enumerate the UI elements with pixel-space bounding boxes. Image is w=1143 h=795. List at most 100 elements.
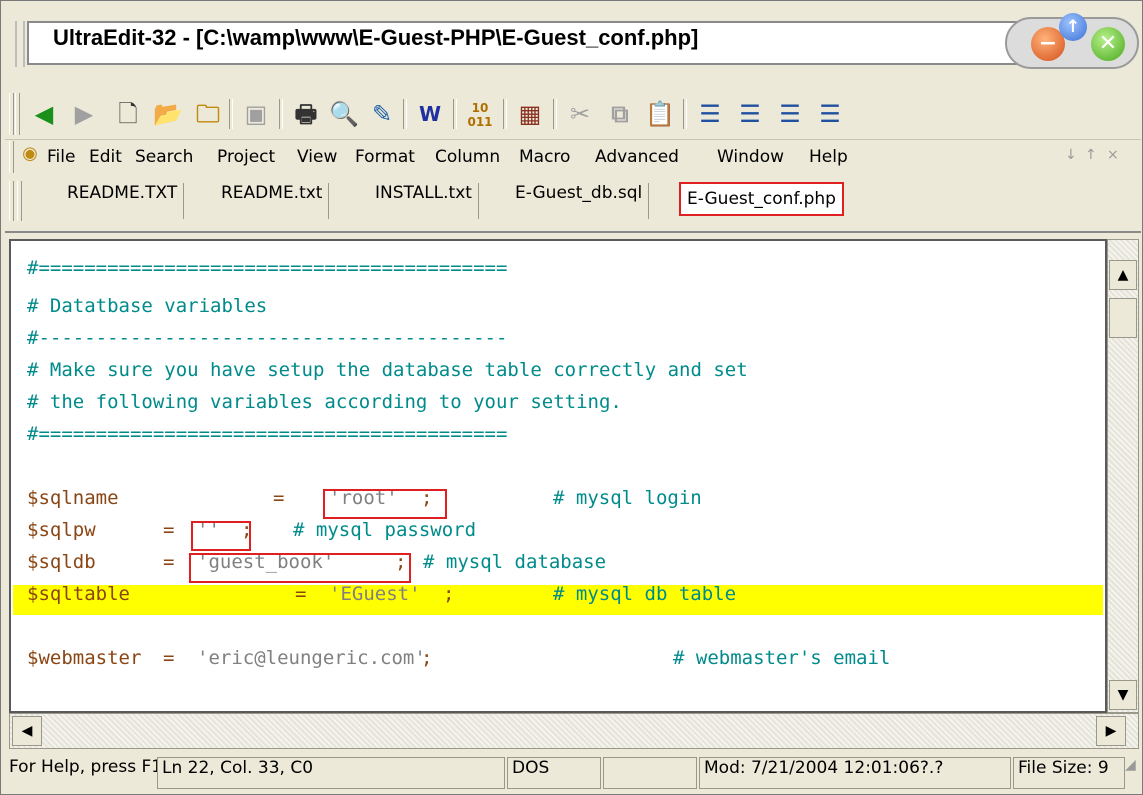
- save-icon[interactable]: ▣: [239, 97, 273, 131]
- code-semicolon: ;: [443, 583, 455, 605]
- code-op: =: [163, 519, 175, 541]
- scroll-up-icon[interactable]: ▲: [1109, 260, 1137, 290]
- cut-icon[interactable]: ✂: [563, 97, 597, 131]
- menu-column[interactable]: Column: [435, 147, 500, 167]
- code-var: $sqlpw: [27, 519, 96, 541]
- code-string: 'EGuest': [329, 583, 421, 605]
- file-tabs: README.TXT README.txt INSTALL.txt E-Gues…: [5, 175, 1141, 233]
- toolbar-separator: [229, 99, 233, 129]
- horizontal-scrollbar[interactable]: ◀ ▶: [9, 713, 1139, 749]
- toolbar-separator: [683, 99, 687, 129]
- toolbar-grip[interactable]: [9, 93, 14, 135]
- menu-view[interactable]: View: [297, 147, 337, 167]
- menu-grip[interactable]: [9, 141, 14, 173]
- toolbar-separator: [279, 99, 283, 129]
- menu-macro[interactable]: Macro: [519, 147, 570, 167]
- menu-search[interactable]: Search: [135, 147, 193, 167]
- ultraedit-window: UltraEdit-32 - [C:\wamp\www\E-Guest-PHP\…: [0, 0, 1143, 795]
- code-var: $sqldb: [27, 551, 96, 573]
- menu-file[interactable]: File: [47, 147, 75, 167]
- spell-check-icon[interactable]: ✎: [365, 97, 399, 131]
- tab-grip-2: [17, 181, 22, 221]
- code-line: # Datatbase variables: [27, 295, 268, 317]
- menu-project[interactable]: Project: [217, 147, 275, 167]
- code-editor[interactable]: #=======================================…: [9, 239, 1107, 713]
- code-comment: # mysql database: [423, 551, 607, 573]
- hex-mode-icon[interactable]: 10 011: [463, 97, 497, 135]
- code-var: $sqltable: [27, 583, 130, 605]
- status-format: DOS: [507, 757, 601, 789]
- align-center-icon[interactable]: ☰: [733, 97, 767, 131]
- status-bar: For Help, press F1 Ln 22, Col. 33, C0 DO…: [5, 753, 1141, 793]
- tab-grip[interactable]: [9, 181, 14, 221]
- toolbar-separator: [503, 99, 507, 129]
- open-recent-icon[interactable]: 🗀: [191, 97, 225, 131]
- tab-db-sql[interactable]: E-Guest_db.sql: [509, 183, 650, 219]
- print-preview-icon[interactable]: 🔍: [327, 97, 361, 131]
- annotation-box: [189, 553, 411, 583]
- app-icon[interactable]: ◉: [17, 141, 43, 167]
- annotation-box: [191, 521, 251, 551]
- menu-edit[interactable]: Edit: [89, 147, 122, 167]
- code-comment: # mysql login: [553, 487, 702, 509]
- toolbar-separator: [553, 99, 557, 129]
- scroll-left-icon[interactable]: ◀: [12, 716, 42, 746]
- forward-arrow-icon[interactable]: ▶: [67, 97, 101, 131]
- menu-bar: ◉ File Edit Search Project View Format C…: [5, 139, 1141, 175]
- menu-help[interactable]: Help: [809, 147, 848, 167]
- column-mode-icon[interactable]: ▦: [513, 97, 547, 131]
- status-position: Ln 22, Col. 33, C0: [157, 757, 505, 789]
- code-op: =: [273, 487, 285, 509]
- title-grip: [15, 21, 25, 67]
- mdi-close-icon[interactable]: ×: [1107, 147, 1119, 163]
- status-blank: [603, 757, 697, 789]
- word-wrap-icon[interactable]: W: [413, 97, 447, 131]
- code-line: #---------------------------------------…: [27, 327, 508, 349]
- status-help: For Help, press F1: [9, 757, 157, 777]
- align-right-icon[interactable]: ☰: [773, 97, 807, 131]
- code-op: =: [163, 551, 175, 573]
- scroll-down-icon[interactable]: ▼: [1109, 680, 1137, 710]
- code-var: $webmaster: [27, 647, 142, 669]
- code-line: #=======================================…: [27, 423, 508, 445]
- code-op: =: [163, 647, 175, 669]
- menu-window[interactable]: Window: [717, 147, 784, 167]
- align-left-icon[interactable]: ☰: [693, 97, 727, 131]
- code-line: # Make sure you have setup the database …: [27, 359, 748, 381]
- resize-grip-icon[interactable]: ◢: [1125, 757, 1141, 789]
- toolbar-grip-2: [15, 93, 20, 135]
- code-comment: # webmaster's email: [673, 647, 891, 669]
- copy-icon[interactable]: ⧉: [603, 97, 637, 131]
- scroll-right-icon[interactable]: ▶: [1096, 716, 1126, 746]
- scroll-thumb[interactable]: [1109, 298, 1137, 338]
- code-var: $sqlname: [27, 487, 119, 509]
- code-semicolon: ;: [421, 647, 433, 669]
- toolbar-separator: [453, 99, 457, 129]
- mdi-restore-icon[interactable]: ↑: [1085, 147, 1097, 163]
- tab-readme-lower[interactable]: README.txt: [215, 183, 330, 219]
- close-icon[interactable]: ✕: [1091, 27, 1125, 61]
- code-line: # the following variables according to y…: [27, 391, 622, 413]
- back-arrow-icon[interactable]: ◀: [27, 97, 61, 131]
- open-folder-icon[interactable]: 📂: [151, 97, 185, 131]
- window-title: UltraEdit-32 - [C:\wamp\www\E-Guest-PHP\…: [53, 25, 699, 50]
- vertical-scrollbar[interactable]: ▲ ▼: [1107, 239, 1139, 713]
- code-line: #=======================================…: [27, 257, 508, 279]
- print-icon[interactable]: 🖶: [289, 97, 323, 131]
- restore-icon[interactable]: ↑: [1059, 13, 1087, 41]
- mdi-minimize-icon[interactable]: ↓: [1065, 147, 1077, 163]
- tab-readme-upper[interactable]: README.TXT: [61, 183, 185, 219]
- toolbar: ◀ ▶ 🗋 📂 🗀 ▣ 🖶 🔍 ✎ W 10 011 ▦ ✂ ⧉ 📋 ☰ ☰ ☰ …: [5, 89, 1141, 140]
- toolbar-separator: [403, 99, 407, 129]
- paste-icon[interactable]: 📋: [643, 97, 677, 131]
- code-op: =: [295, 583, 307, 605]
- tab-conf-php[interactable]: E-Guest_conf.php: [679, 182, 844, 216]
- new-file-icon[interactable]: 🗋: [111, 97, 145, 131]
- menu-format[interactable]: Format: [355, 147, 415, 167]
- code-comment: # mysql password: [293, 519, 477, 541]
- justify-icon[interactable]: ☰: [813, 97, 847, 131]
- annotation-box: [323, 489, 447, 519]
- menu-advanced[interactable]: Advanced: [595, 147, 679, 167]
- status-modified: Mod: 7/21/2004 12:01:06?.?: [699, 757, 1011, 789]
- tab-install[interactable]: INSTALL.txt: [369, 183, 479, 219]
